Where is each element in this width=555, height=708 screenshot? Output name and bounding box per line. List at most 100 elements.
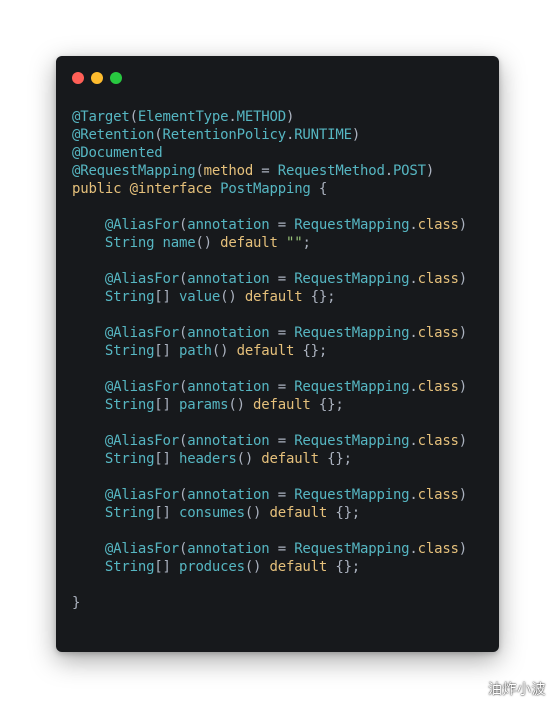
code-line: @RequestMapping(method = RequestMethod.P… — [72, 162, 491, 180]
code-token: = — [269, 487, 295, 503]
code-token: @Target — [72, 109, 130, 125]
code-token: default — [220, 235, 278, 251]
minimize-dot-icon[interactable] — [91, 72, 103, 84]
code-token: class — [417, 271, 459, 287]
code-token: ) — [285, 109, 295, 125]
code-token: . — [409, 379, 418, 395]
code-token: ) — [458, 487, 468, 503]
code-token: @Retention — [72, 127, 155, 143]
code-line: String[] consumes() default {}; — [72, 504, 491, 522]
code-line: @AliasFor(annotation = RequestMapping.cl… — [72, 378, 491, 396]
code-token: annotation — [187, 325, 270, 341]
code-token: headers — [178, 451, 237, 467]
code-token: . — [384, 163, 393, 179]
code-line: String[] value() default {}; — [72, 288, 491, 306]
code-line: @Retention(RetentionPolicy.RUNTIME) — [72, 126, 491, 144]
code-token: String — [104, 235, 155, 251]
code-token: params — [178, 397, 229, 413]
code-line: @AliasFor(annotation = RequestMapping.cl… — [72, 216, 491, 234]
code-token: RequestMapping — [294, 271, 410, 287]
code-token: ElementType — [137, 109, 229, 125]
code-token: ) — [458, 541, 468, 557]
code-line: @AliasFor(annotation = RequestMapping.cl… — [72, 486, 491, 504]
code-token: annotation — [187, 433, 270, 449]
code-line: } — [72, 594, 491, 612]
code-token: RequestMethod — [277, 163, 385, 179]
code-token: public — [72, 181, 122, 197]
code-token: () — [220, 289, 245, 305]
code-token: RequestMapping — [294, 325, 410, 341]
code-token: . — [285, 127, 295, 143]
code-token: ( — [154, 127, 163, 143]
code-token: [] — [154, 559, 179, 575]
code-token: . — [409, 541, 418, 557]
code-token: String — [104, 451, 155, 467]
code-token: class — [417, 325, 459, 341]
code-token: = — [269, 541, 295, 557]
code-token: @Documented — [72, 145, 163, 161]
code-token: class — [417, 487, 459, 503]
code-token: default — [244, 289, 303, 305]
code-token: default — [269, 505, 328, 521]
code-line: String[] headers() default {}; — [72, 450, 491, 468]
code-token: value — [178, 289, 221, 305]
code-line: String[] path() default {}; — [72, 342, 491, 360]
code-token: () — [211, 343, 237, 359]
code-token: @AliasFor — [104, 379, 179, 395]
code-line: @AliasFor(annotation = RequestMapping.cl… — [72, 324, 491, 342]
code-token: @AliasFor — [104, 271, 179, 287]
code-token: annotation — [187, 541, 270, 557]
code-token: ) — [458, 271, 468, 287]
code-token: () — [244, 559, 270, 575]
code-block: @Target(ElementType.METHOD) @Retention(Re… — [72, 108, 491, 612]
code-line: String[] params() default {}; — [72, 396, 491, 414]
close-dot-icon[interactable] — [72, 72, 84, 84]
code-token: class — [417, 379, 459, 395]
code-token: ) — [351, 127, 361, 143]
code-token: ) — [458, 217, 468, 233]
code-token: String — [104, 343, 155, 359]
code-token: default — [253, 397, 311, 413]
code-token: {}; — [294, 343, 328, 359]
code-token: default — [261, 451, 319, 467]
maximize-dot-icon[interactable] — [110, 72, 122, 84]
code-token: {}; — [327, 559, 361, 575]
code-token: ( — [178, 271, 188, 287]
code-token: [] — [154, 505, 179, 521]
code-line: @Target(ElementType.METHOD) — [72, 108, 491, 126]
code-token: produces — [178, 559, 245, 575]
code-token: class — [417, 217, 459, 233]
code-token: annotation — [187, 271, 270, 287]
code-token: "" — [285, 235, 303, 251]
code-token: = — [269, 271, 295, 287]
code-token: () — [236, 451, 262, 467]
code-token: ( — [195, 163, 204, 179]
code-token: RequestMapping — [294, 541, 410, 557]
code-token: [] — [154, 397, 179, 413]
code-token: @RequestMapping — [72, 163, 196, 179]
code-token: RequestMapping — [294, 487, 410, 503]
code-token: [] — [154, 451, 179, 467]
code-token: name — [162, 235, 196, 251]
code-token: PostMapping — [220, 181, 311, 197]
code-token: ; — [302, 235, 311, 251]
